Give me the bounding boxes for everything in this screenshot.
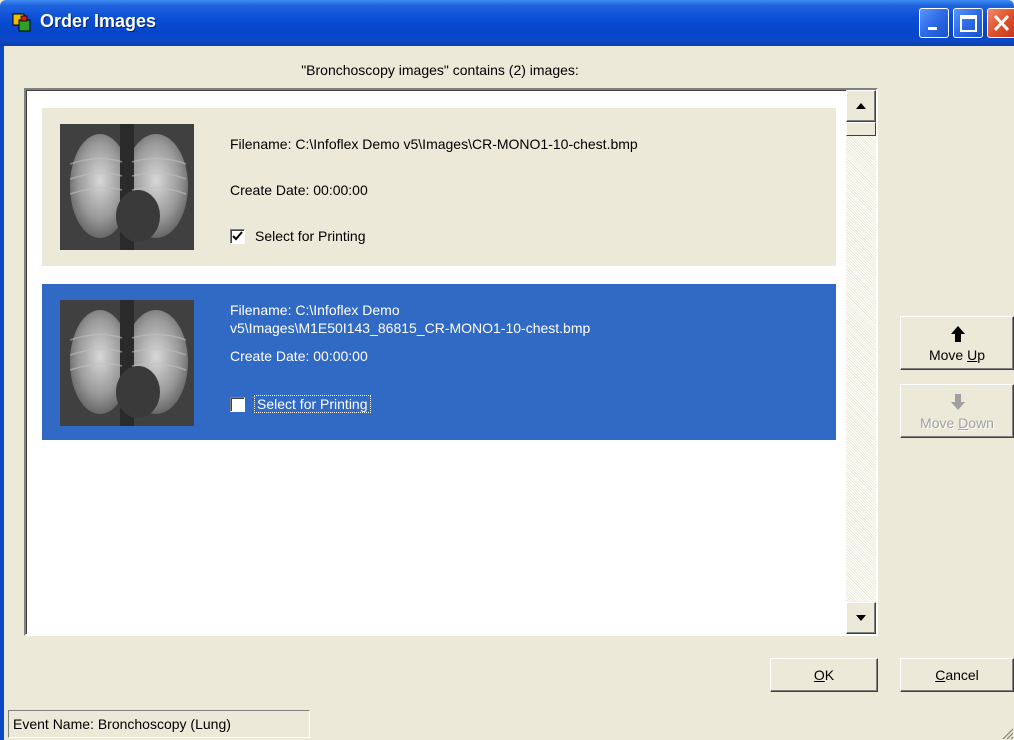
cancel-button[interactable]: Cancel — [900, 658, 1014, 692]
checkbox-label: Select for Printing — [255, 228, 366, 244]
image-list-item-selected[interactable]: Filename: C:\Infoflex Demo v5\Images\M1E… — [42, 284, 836, 440]
status-bar: Event Name: Bronchoscopy (Lung) — [4, 708, 1014, 740]
title-bar[interactable]: Order Images — [0, 0, 1014, 46]
window-frame — [0, 46, 4, 740]
minimize-button[interactable] — [919, 8, 949, 38]
move-down-button[interactable]: Move Down — [900, 384, 1014, 438]
checkbox-unchecked[interactable] — [230, 397, 245, 412]
scroll-down-button[interactable] — [846, 602, 876, 634]
maximize-button[interactable] — [953, 8, 983, 38]
close-button[interactable] — [987, 8, 1014, 38]
checkbox-label: Select for Printing — [254, 395, 371, 413]
vertical-scrollbar[interactable] — [846, 90, 876, 634]
filename-label: Filename: C:\Infoflex Demo v5\Images\CR-… — [230, 136, 638, 152]
filename-label-line1: Filename: C:\Infoflex Demo — [230, 302, 400, 318]
triangle-down-icon — [856, 615, 866, 621]
arrow-down-icon — [951, 394, 965, 410]
scroll-up-button[interactable] — [846, 90, 876, 122]
select-for-printing-checkbox[interactable]: Select for Printing — [230, 395, 371, 413]
triangle-up-icon — [856, 103, 866, 109]
arrow-up-icon — [951, 326, 965, 342]
checkmark-icon — [232, 231, 243, 241]
image-list[interactable]: Filename: C:\Infoflex Demo v5\Images\CR-… — [24, 88, 878, 636]
app-icon — [12, 13, 31, 32]
list-header: "Bronchoscopy images" contains (2) image… — [301, 62, 579, 78]
move-down-label: Move Down — [920, 415, 994, 431]
select-for-printing-checkbox[interactable]: Select for Printing — [230, 228, 366, 244]
create-date-label: Create Date: 00:00:00 — [230, 182, 368, 198]
close-icon — [993, 14, 1010, 32]
window-title: Order Images — [40, 11, 157, 31]
checkbox-checked[interactable] — [230, 229, 245, 244]
resize-grip-icon[interactable] — [1000, 726, 1014, 740]
scroll-thumb[interactable] — [846, 122, 876, 136]
filename-label-line2: v5\Images\M1E50I143_86815_CR-MONO1-10-ch… — [230, 320, 591, 336]
minimize-icon — [928, 27, 937, 30]
event-name-status: Event Name: Bronchoscopy (Lung) — [8, 710, 310, 738]
chest-xray-thumbnail — [60, 300, 194, 426]
move-up-button[interactable]: Move Up — [900, 316, 1014, 370]
move-up-label: Move Up — [928, 347, 986, 363]
maximize-icon — [960, 15, 977, 32]
ok-button[interactable]: OK — [770, 658, 878, 692]
create-date-label: Create Date: 00:00:00 — [230, 348, 368, 364]
chest-xray-thumbnail — [60, 124, 194, 250]
image-list-item[interactable]: Filename: C:\Infoflex Demo v5\Images\CR-… — [42, 108, 836, 266]
